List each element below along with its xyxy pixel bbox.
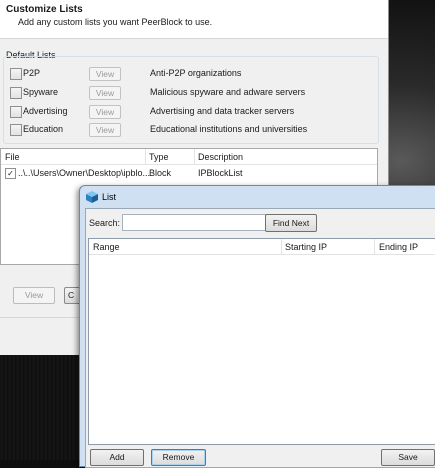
default-list-row-p2p: P2P View Anti-P2P organizations xyxy=(4,67,378,82)
range-list[interactable]: Range Starting IP Ending IP xyxy=(88,238,435,445)
dialog-title: List xyxy=(102,192,117,202)
page-subtitle: Add any custom lists you want PeerBlock … xyxy=(18,17,213,27)
dialog-titlebar[interactable]: List xyxy=(80,186,435,208)
p2p-label: P2P xyxy=(23,68,41,78)
file-list-header: File Type Description xyxy=(1,149,377,165)
column-type[interactable]: Type xyxy=(149,152,169,162)
list-dialog: List Search: Find Next Range Starting IP… xyxy=(79,185,435,468)
row-file: ..\..\Users\Owner\Desktop\ipblo... xyxy=(18,168,151,178)
remove-button[interactable]: Remove xyxy=(151,449,206,466)
table-row[interactable]: ✓ ..\..\Users\Owner\Desktop\ipblo... Blo… xyxy=(1,167,377,180)
column-starting-ip[interactable]: Starting IP xyxy=(285,242,327,252)
dialog-client-area: Search: Find Next Range Starting IP Endi… xyxy=(85,208,435,468)
advertising-view-button[interactable]: View xyxy=(89,105,121,119)
advertising-checkbox[interactable] xyxy=(10,106,22,118)
column-divider xyxy=(281,239,282,254)
education-checkbox[interactable] xyxy=(10,124,22,136)
column-divider xyxy=(194,149,195,164)
row-checkbox[interactable]: ✓ xyxy=(5,168,16,179)
desktop-background-lower xyxy=(0,355,82,460)
column-range[interactable]: Range xyxy=(93,242,120,252)
column-divider xyxy=(145,149,146,164)
add-button[interactable]: Add xyxy=(90,449,144,466)
spyware-label: Spyware xyxy=(23,87,59,97)
row-description: IPBlockList xyxy=(198,168,243,178)
save-button[interactable]: Save xyxy=(381,449,435,466)
default-list-row-advertising: Advertising View Advertising and data tr… xyxy=(4,105,378,120)
education-label: Education xyxy=(23,124,64,134)
column-file[interactable]: File xyxy=(5,152,20,162)
find-next-button[interactable]: Find Next xyxy=(265,214,317,232)
default-list-row-spyware: Spyware View Malicious spyware and adwar… xyxy=(4,86,378,101)
column-divider xyxy=(374,239,375,254)
row-type: Block xyxy=(149,168,172,178)
column-description[interactable]: Description xyxy=(198,152,243,162)
peerblock-cube-icon xyxy=(86,191,98,203)
search-label: Search: xyxy=(89,218,121,228)
default-lists-group: P2P View Anti-P2P organizations Spyware … xyxy=(3,56,379,144)
range-list-header: Range Starting IP Ending IP xyxy=(89,239,435,255)
footer-divider xyxy=(0,317,86,318)
column-ending-ip[interactable]: Ending IP xyxy=(379,242,418,252)
view-button[interactable]: View xyxy=(13,287,55,304)
p2p-view-button[interactable]: View xyxy=(89,67,121,81)
search-input[interactable] xyxy=(122,214,266,231)
default-list-row-education: Education View Educational institutions … xyxy=(4,123,378,138)
education-description: Educational institutions and universitie… xyxy=(150,124,308,134)
spyware-checkbox[interactable] xyxy=(10,87,22,99)
spyware-description: Malicious spyware and adware servers xyxy=(150,87,306,97)
advertising-label: Advertising xyxy=(23,106,68,116)
advertising-description: Advertising and data tracker servers xyxy=(150,106,295,116)
p2p-description: Anti-P2P organizations xyxy=(150,68,242,78)
spyware-view-button[interactable]: View xyxy=(89,86,121,100)
education-view-button[interactable]: View xyxy=(89,123,121,137)
p2p-checkbox[interactable] xyxy=(10,68,22,80)
page-title: Customize Lists xyxy=(6,4,83,15)
